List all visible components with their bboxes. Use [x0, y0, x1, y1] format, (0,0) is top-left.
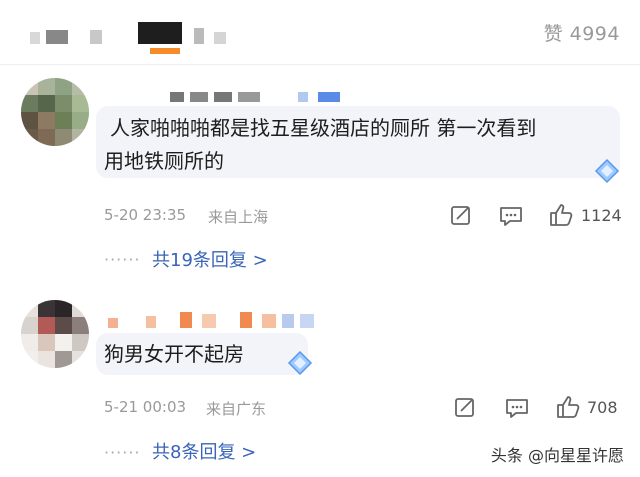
like-count[interactable]: 708: [587, 398, 618, 417]
comment-text-line-2: 用地铁厕所的: [104, 149, 224, 173]
comment-location: 来自广东: [206, 400, 267, 418]
like-count[interactable]: 1124: [581, 206, 622, 225]
view-replies-link[interactable]: 共19条回复 >: [152, 246, 268, 272]
blurred-nickname: [238, 92, 260, 102]
comment-text-line-1: 人家啪啪啪都是找五星级酒店的厕所 第一次看到: [110, 116, 537, 140]
avatar[interactable]: [21, 78, 89, 146]
comment-icon[interactable]: [499, 205, 523, 227]
thumbs-up-icon[interactable]: [555, 394, 581, 420]
blurred-username-block: [214, 32, 226, 44]
blurred-nickname: [190, 92, 208, 102]
blurred-nickname: [298, 92, 308, 102]
blurred-username-block: [30, 32, 40, 44]
comment-text: 狗男女开不起房: [104, 342, 244, 366]
diamond-badge-icon: [287, 350, 313, 376]
share-icon[interactable]: [454, 396, 476, 418]
blurred-nickname: [318, 92, 340, 102]
view-replies-link[interactable]: 共8条回复 >: [152, 438, 256, 464]
blurred-username-block: [150, 48, 180, 54]
blurred-nickname: [300, 314, 314, 328]
divider: [0, 64, 640, 65]
blurred-nickname: [108, 318, 118, 328]
blurred-nickname: [214, 92, 232, 102]
blurred-username-block: [138, 22, 182, 44]
blurred-nickname: [262, 314, 276, 328]
blurred-username-block: [46, 30, 68, 44]
share-icon[interactable]: [450, 204, 472, 226]
watermark: 头条 @向星星许愿: [486, 440, 628, 468]
comment-time: 5-20 23:35: [104, 206, 187, 224]
avatar[interactable]: [21, 300, 89, 368]
comment-icon[interactable]: [505, 397, 529, 419]
blurred-nickname: [282, 314, 294, 328]
diamond-badge-icon: [594, 158, 620, 184]
comment-time: 5-21 00:03: [104, 398, 187, 416]
post-like-count[interactable]: 赞 4994: [544, 19, 620, 46]
blurred-nickname: [170, 92, 184, 102]
blurred-nickname: [146, 316, 156, 328]
blurred-username-block: [90, 30, 102, 44]
blurred-nickname: [240, 312, 252, 328]
blurred-nickname: [180, 312, 192, 328]
blurred-username-block: [194, 28, 204, 44]
reply-dots: ······: [104, 443, 141, 462]
reply-dots: ······: [104, 250, 141, 269]
thumbs-up-icon[interactable]: [548, 202, 574, 228]
blurred-nickname: [202, 314, 216, 328]
comment-location: 来自上海: [208, 208, 269, 226]
